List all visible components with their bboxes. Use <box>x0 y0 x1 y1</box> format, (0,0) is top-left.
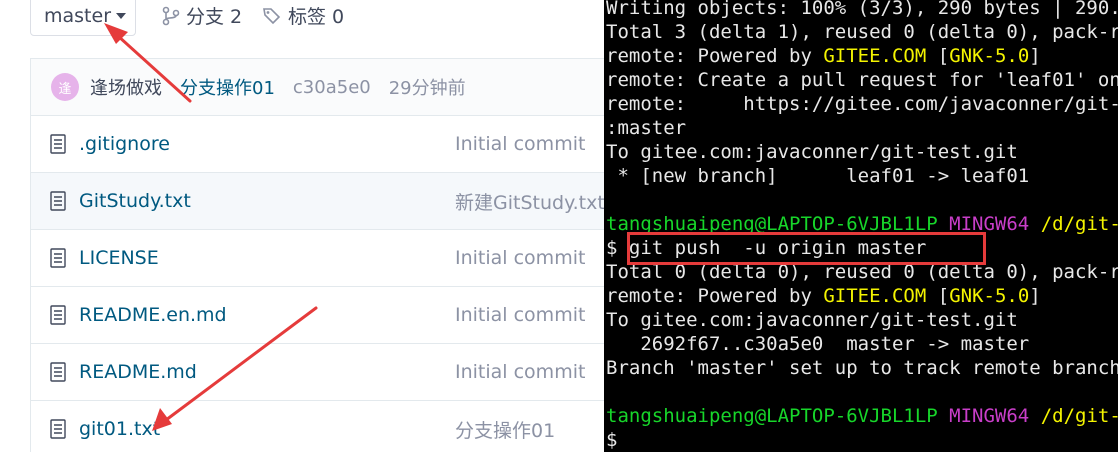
file-last-commit[interactable]: 分支操作01 <box>455 416 555 443</box>
terminal-line: Writing objects: 100% (3/3), 290 bytes |… <box>606 0 1118 20</box>
file-list: .gitignore Initial commit GitStudy.txt 新… <box>30 116 604 452</box>
file-row[interactable]: .gitignore Initial commit <box>30 116 604 173</box>
terminal-text: [ <box>926 45 950 67</box>
terminal-line: To gitee.com:javaconner/git-test.git <box>606 140 1018 164</box>
terminal-text: remote: Powered by <box>606 285 824 307</box>
file-last-commit[interactable]: Initial commit <box>455 133 585 155</box>
terminal-text: remote: Powered by <box>606 45 824 67</box>
terminal-text: /d/git-test (master) <box>1040 213 1118 235</box>
chevron-down-icon <box>116 13 127 19</box>
file-icon <box>50 134 66 154</box>
tag-icon <box>263 7 281 24</box>
file-last-commit[interactable]: Initial commit <box>455 247 585 269</box>
screenshot-root: master 分支 2 标签 0 逢 逢场做戏 分支操作01 c30a5e0 2… <box>0 0 1118 452</box>
file-row[interactable]: LICENSE Initial commit <box>30 230 604 287</box>
commit-author[interactable]: 逢场做戏 <box>90 74 162 100</box>
tags-count-link[interactable]: 标签 0 <box>262 2 344 29</box>
tags-count-label: 标签 0 <box>288 6 345 28</box>
terminal-text: remote: https://gitee.com/javaconner/git… <box>606 93 1118 115</box>
file-name-link[interactable]: LICENSE <box>79 247 159 269</box>
avatar[interactable]: 逢 <box>51 73 79 101</box>
file-name-link[interactable]: README.md <box>79 361 197 383</box>
terminal-text: * [new branch] leaf01 -> leaf01 <box>606 165 1030 187</box>
file-icon <box>50 191 66 211</box>
file-icon <box>50 419 66 439</box>
file-row[interactable]: README.md Initial commit <box>30 344 604 401</box>
file-icon <box>50 305 66 325</box>
terminal-text: /d/git-test (master) <box>1040 405 1118 427</box>
git-bash-terminal[interactable]: Writing objects: 100% (3/3), 290 bytes |… <box>604 0 1118 452</box>
terminal-line: remote: Powered by GITEE.COM [GNK-5.0] <box>606 44 1041 68</box>
file-name-link[interactable]: GitStudy.txt <box>79 190 191 212</box>
branch-icon <box>162 6 180 25</box>
terminal-text: :master <box>606 117 687 139</box>
terminal-text: Branch 'master' set up to track remote b… <box>606 357 1118 379</box>
file-row[interactable]: GitStudy.txt 新建GitStudy.txt <box>30 173 604 230</box>
gitee-repo-panel: master 分支 2 标签 0 逢 逢场做戏 分支操作01 c30a5e0 2… <box>0 0 604 452</box>
file-row[interactable]: README.en.md Initial commit <box>30 287 604 344</box>
terminal-line: To gitee.com:javaconner/git-test.git <box>606 308 1018 332</box>
terminal-text: GNK-5.0 <box>949 285 1030 307</box>
terminal-text: ] <box>1029 285 1041 307</box>
file-icon <box>50 248 66 268</box>
terminal-text: MINGW64 <box>937 405 1030 427</box>
terminal-text: GNK-5.0 <box>949 45 1030 67</box>
branch-dropdown[interactable]: master <box>30 0 136 36</box>
terminal-text: [ <box>926 285 950 307</box>
terminal-line: Branch 'master' set up to track remote b… <box>606 356 1118 380</box>
highlight-box <box>627 232 986 265</box>
terminal-line: remote: Powered by GITEE.COM [GNK-5.0] <box>606 284 1041 308</box>
file-name-link[interactable]: README.en.md <box>79 304 227 326</box>
terminal-line: :master <box>606 116 686 140</box>
terminal-text: 2692f67..c30a5e0 master -> master <box>606 333 1030 355</box>
branch-dropdown-label: master <box>44 5 112 27</box>
file-last-commit[interactable]: 新建GitStudy.txt <box>455 188 604 215</box>
commit-sha-link[interactable]: c30a5e0 <box>293 77 371 98</box>
terminal-text: $ <box>606 429 618 451</box>
file-icon <box>50 362 66 382</box>
terminal-text: Total 3 (delta 1), reused 0 (delta 0), p… <box>606 21 1118 43</box>
terminal-line: Total 3 (delta 1), reused 0 (delta 0), p… <box>606 20 1118 44</box>
commit-message-link[interactable]: 分支操作01 <box>180 74 275 100</box>
terminal-line: * [new branch] leaf01 -> leaf01 <box>606 164 1029 188</box>
file-last-commit[interactable]: Initial commit <box>455 304 585 326</box>
terminal-text: ] <box>1029 45 1041 67</box>
branches-count-link[interactable]: 分支 2 <box>162 2 242 29</box>
terminal-line: remote: https://gitee.com/javaconner/git… <box>606 92 1118 116</box>
file-name-link[interactable]: .gitignore <box>79 133 170 155</box>
terminal-text: GITEE.COM <box>823 45 927 67</box>
terminal-line: tangshuaipeng@LAPTOP-6VJBL1LP MINGW64 /d… <box>606 404 1118 428</box>
terminal-text: To gitee.com:javaconner/git-test.git <box>606 309 1018 331</box>
file-last-commit[interactable]: Initial commit <box>455 361 585 383</box>
terminal-text: remote: Create a pull request for 'leaf0… <box>606 69 1118 91</box>
latest-commit-bar: 逢 逢场做戏 分支操作01 c30a5e0 29分钟前 <box>30 58 604 116</box>
commit-time: 29分钟前 <box>388 78 466 99</box>
file-name-link[interactable]: git01.txt <box>79 418 160 440</box>
branches-count-label: 分支 2 <box>186 6 243 28</box>
terminal-line: $ <box>606 428 617 452</box>
terminal-line: 2692f67..c30a5e0 master -> master <box>606 332 1029 356</box>
terminal-text: tangshuaipeng@LAPTOP-6VJBL1LP <box>606 405 938 427</box>
terminal-text: Writing objects: 100% (3/3), 290 bytes |… <box>606 0 1118 19</box>
terminal-text: GITEE.COM <box>823 285 927 307</box>
terminal-text: To gitee.com:javaconner/git-test.git <box>606 141 1018 163</box>
terminal-line: remote: Create a pull request for 'leaf0… <box>606 68 1118 92</box>
file-row[interactable]: git01.txt 分支操作01 <box>30 401 604 452</box>
